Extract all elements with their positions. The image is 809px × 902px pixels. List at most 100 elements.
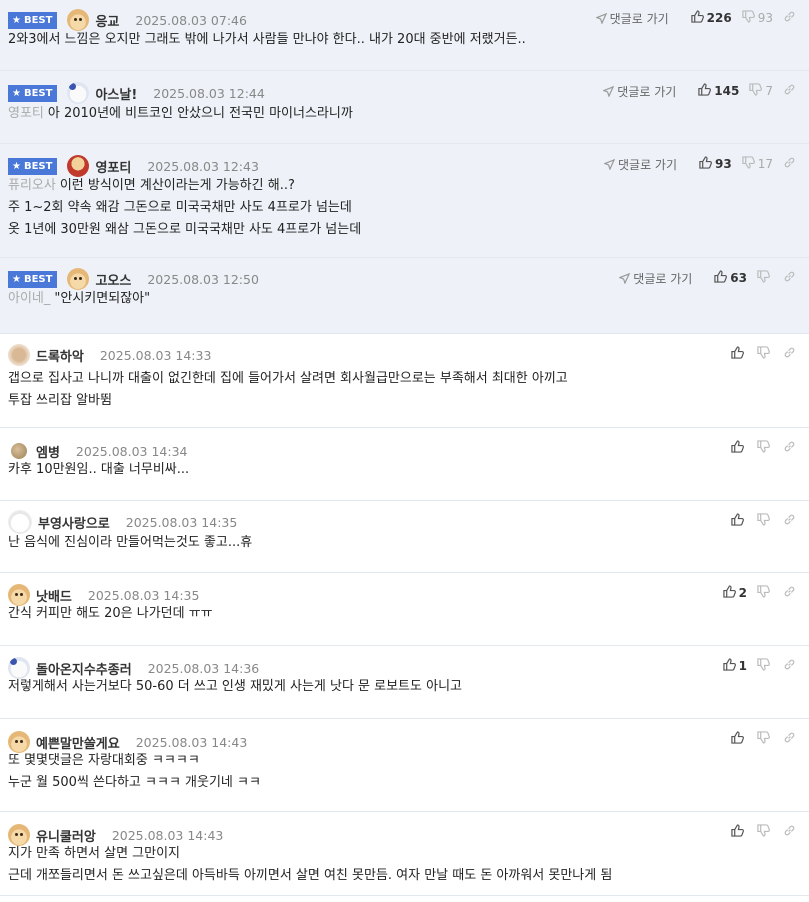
dislike-button[interactable]: 93	[742, 10, 773, 26]
avatar[interactable]	[8, 510, 32, 534]
comment-date: 2025.08.03 07:46	[135, 12, 247, 28]
like-button[interactable]	[731, 440, 747, 456]
best-label: BEST	[23, 160, 53, 172]
thumbs-down-icon	[757, 585, 773, 601]
dislike-button[interactable]: 17	[742, 156, 773, 172]
comment-author[interactable]: 아스날!	[95, 84, 137, 103]
comment-actions: 2	[713, 583, 799, 603]
dislike-button[interactable]	[757, 731, 773, 747]
comment-header: ★ BEST 고오스 2025.08.03 12:50	[8, 268, 259, 290]
reply-target[interactable]: 아이네_	[8, 291, 50, 306]
comment-item: ★ BEST 고오스 2025.08.03 12:50 댓글로 가기 63 아이네_ "안시키…	[0, 258, 809, 334]
avatar[interactable]	[67, 155, 90, 177]
link-icon	[783, 346, 799, 362]
dislike-button[interactable]: 7	[749, 83, 773, 99]
avatar[interactable]	[67, 82, 90, 104]
comment-text: 2와3에서 느낌은 오지만 그래도 밖에 나가서 사람들 만나야 한다.. 내가…	[8, 32, 526, 47]
comment-line: 갭으로 집사고 나니까 대출이 없긴한데 집에 들어가서 살려면 회사월급만으로…	[8, 368, 799, 390]
dislike-button[interactable]	[757, 658, 773, 674]
like-count: 226	[706, 11, 732, 25]
comment-line: 또 몇몇댓글은 자랑대회중 ㅋㅋㅋㅋ	[8, 750, 799, 772]
goto-reply-link[interactable]: 댓글로 가기	[603, 83, 676, 100]
thumbs-up-icon	[714, 270, 730, 286]
like-button[interactable]: 1	[722, 658, 747, 674]
like-button[interactable]: 93	[699, 156, 732, 172]
comment-line: 난 음식에 진심이라 만들어먹는것도 좋고...휴	[8, 532, 799, 554]
avatar[interactable]	[67, 268, 90, 290]
reply-arrow-icon	[595, 12, 607, 24]
link-button[interactable]	[783, 585, 799, 601]
like-button[interactable]: 226	[690, 10, 732, 26]
comment-item: 엠병 2025.08.03 14:34 카후 10만원임.. 대출 너무비싸...	[0, 428, 809, 501]
avatar[interactable]	[11, 443, 27, 459]
comment-actions: 댓글로 가기 93 17	[604, 154, 799, 174]
comment-author[interactable]: 낫배드	[36, 586, 72, 605]
reply-arrow-icon	[603, 85, 615, 97]
dislike-button[interactable]	[757, 440, 773, 456]
like-button[interactable]: 63	[714, 270, 747, 286]
comment-author[interactable]: 예쁜말만쓸게요	[36, 733, 120, 752]
comment-author[interactable]: 응교	[95, 11, 119, 30]
goto-reply-link[interactable]: 댓글로 가기	[604, 156, 677, 173]
reply-target[interactable]: 퓨리오사	[8, 178, 56, 193]
link-button[interactable]	[783, 346, 799, 362]
best-badge: ★ BEST	[8, 11, 58, 29]
goto-reply-link[interactable]: 댓글로 가기	[595, 10, 669, 27]
comment-author[interactable]: 드록하악	[36, 346, 84, 365]
comment-text: 또 몇몇댓글은 자랑대회중 ㅋㅋㅋㅋ	[8, 753, 200, 768]
comment-author[interactable]: 고오스	[95, 270, 131, 289]
like-button[interactable]	[731, 824, 747, 840]
like-button[interactable]	[731, 513, 747, 529]
thumbs-down-icon	[757, 658, 773, 674]
comment-actions	[721, 511, 799, 531]
link-icon	[783, 156, 799, 172]
link-icon	[783, 585, 799, 601]
comment-text: 카후 10만원임.. 대출 너무비싸...	[8, 462, 190, 477]
comment-author[interactable]: 돌아온지수추종러	[36, 659, 132, 678]
best-badge: ★ BEST	[8, 84, 58, 102]
dislike-button[interactable]	[757, 585, 773, 601]
link-icon	[783, 513, 799, 529]
goto-reply-link[interactable]: 댓글로 가기	[619, 270, 692, 287]
dislike-button[interactable]	[757, 513, 773, 529]
link-button[interactable]	[783, 156, 799, 172]
link-button[interactable]	[783, 10, 799, 26]
comment-text: 이런 방식이면 계산이라는게 가능하긴 해..?	[59, 178, 295, 193]
like-button[interactable]: 2	[722, 585, 747, 601]
link-button[interactable]	[783, 731, 799, 747]
link-button[interactable]	[783, 658, 799, 674]
comment-author[interactable]: 유니쿨러앙	[36, 826, 96, 845]
best-label: BEST	[23, 273, 53, 285]
dislike-button[interactable]	[757, 270, 773, 286]
best-label: BEST	[23, 14, 53, 26]
comment-author[interactable]: 엠병	[36, 442, 60, 461]
link-button[interactable]	[783, 83, 799, 99]
link-button[interactable]	[783, 824, 799, 840]
comment-text: 주 1~2회 약속 왜감 그돈으로 미국국채만 사도 4프로가 넘는데	[8, 200, 352, 215]
comment-item: ★ BEST 영포티 2025.08.03 12:43 댓글로 가기 93 17 퓨리오사 이런…	[0, 144, 809, 258]
comment-body: 갭으로 집사고 나니까 대출이 없긴한데 집에 들어가서 살려면 회사월급만으로…	[8, 368, 799, 412]
like-button[interactable]	[731, 346, 747, 362]
comment-author[interactable]: 영포티	[95, 157, 131, 176]
dislike-button[interactable]	[757, 824, 773, 840]
link-icon	[783, 10, 799, 26]
link-button[interactable]	[783, 513, 799, 529]
comment-date: 2025.08.03 12:50	[147, 271, 259, 287]
comment-author[interactable]: 부영사랑으로	[38, 513, 110, 532]
thumbs-down-icon	[742, 10, 758, 26]
thumbs-down-icon	[757, 731, 773, 747]
link-button[interactable]	[783, 440, 799, 456]
dislike-button[interactable]	[757, 346, 773, 362]
comment-text: 누군 월 500씩 쓴다하고 ㅋㅋㅋ 개웃기네 ㅋㅋ	[8, 775, 261, 790]
thumbs-up-icon	[731, 731, 747, 747]
like-button[interactable]: 145	[698, 83, 739, 99]
link-button[interactable]	[783, 270, 799, 286]
avatar[interactable]	[67, 9, 90, 31]
comment-actions	[721, 822, 799, 842]
thumbs-up-icon	[722, 585, 739, 601]
avatar[interactable]	[8, 344, 30, 366]
reply-target[interactable]: 영포티	[8, 106, 44, 121]
like-button[interactable]	[731, 731, 747, 747]
comment-line: 누군 월 500씩 쓴다하고 ㅋㅋㅋ 개웃기네 ㅋㅋ	[8, 772, 799, 794]
best-label: BEST	[23, 87, 53, 99]
